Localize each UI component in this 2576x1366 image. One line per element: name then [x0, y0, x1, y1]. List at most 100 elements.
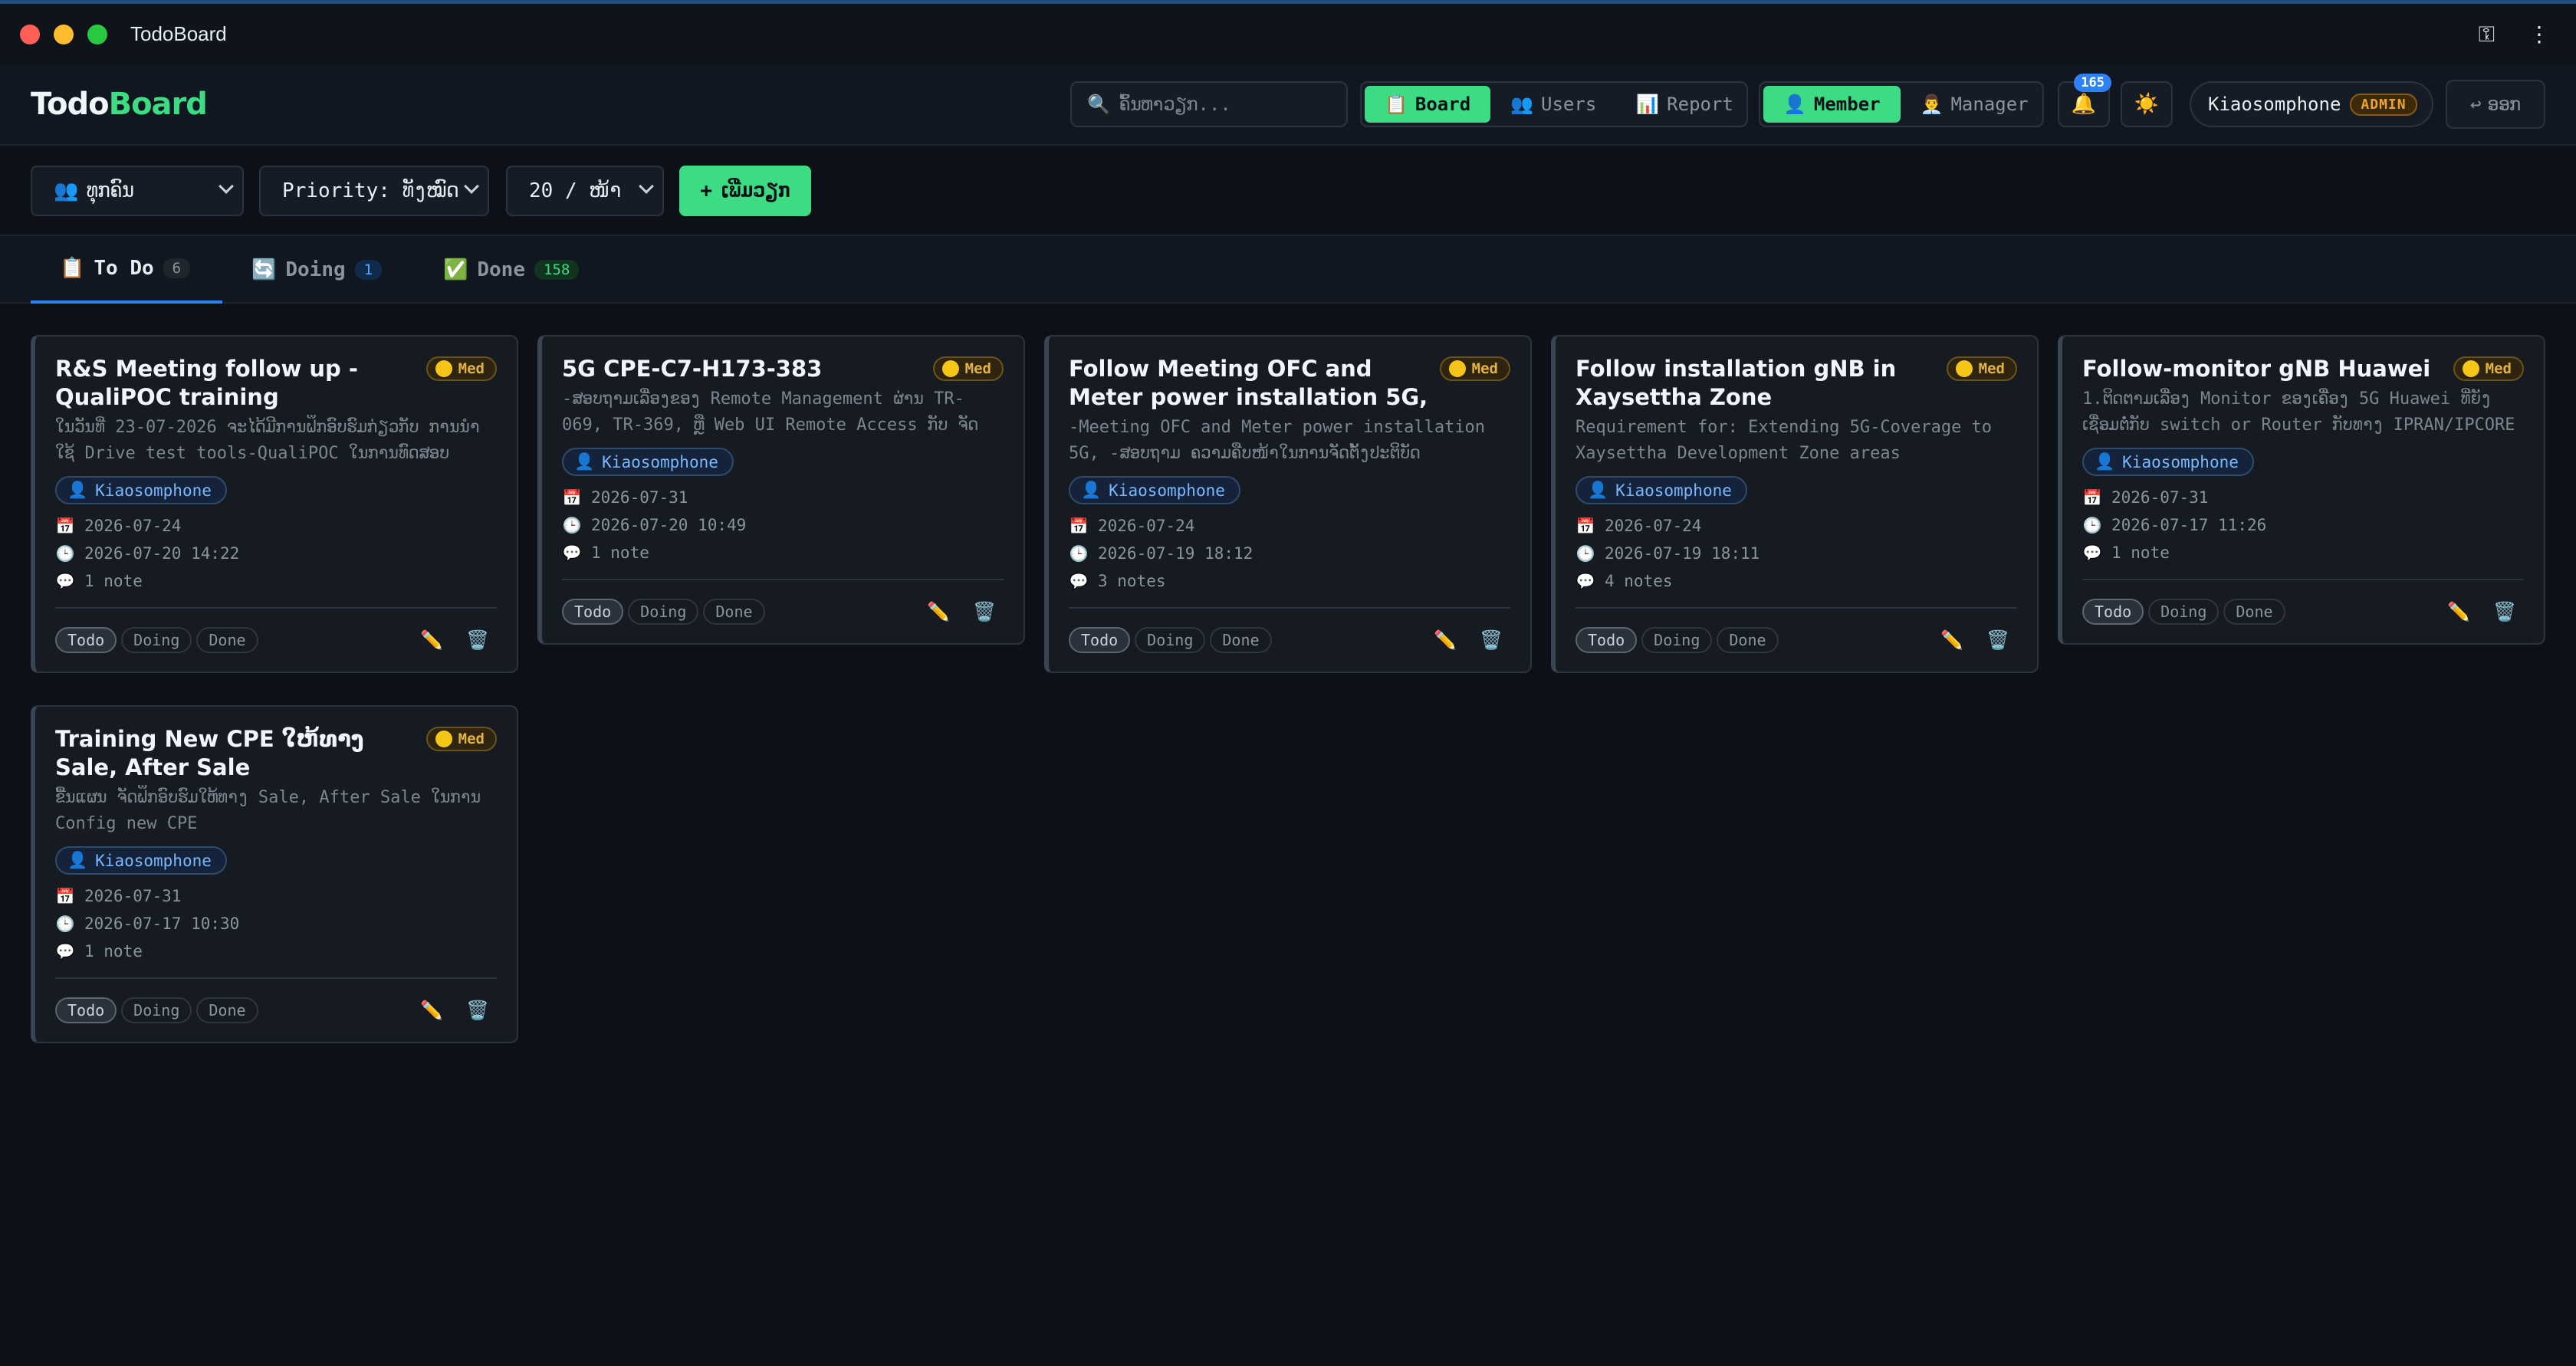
status-todo-button[interactable]: Todo: [55, 627, 117, 653]
assignee-chip[interactable]: 👤 Kiaosomphone: [55, 846, 227, 875]
status-doing-button[interactable]: Doing: [1135, 627, 1206, 653]
status-done-button[interactable]: Done: [1717, 627, 1779, 653]
created-time-value: 2026-07-20 10:49: [591, 516, 747, 534]
logout-button[interactable]: ↩ ອອກ: [2446, 80, 2545, 129]
status-todo-button[interactable]: Todo: [562, 599, 624, 625]
status-doing-button[interactable]: Doing: [121, 627, 192, 653]
notifications-button[interactable]: 🔔 165: [2058, 74, 2111, 127]
status-doing-button[interactable]: Doing: [628, 599, 699, 625]
edit-icon[interactable]: ✏️: [420, 1000, 443, 1021]
page-size-select[interactable]: 20 / ໜ້າ: [506, 166, 664, 216]
trash-icon[interactable]: 🗑️: [973, 601, 996, 622]
task-title: Follow Meeting OFC and Meter power insta…: [1069, 356, 1428, 410]
status-done-button[interactable]: Done: [1210, 627, 1272, 653]
status-doing-button[interactable]: Doing: [2148, 599, 2220, 625]
search-input[interactable]: 🔍 ຄົ້ນຫາວຽກ...: [1070, 81, 1348, 127]
notes-count[interactable]: 💬 3 notes: [1069, 567, 1510, 595]
person-icon: 👤: [67, 481, 88, 499]
assignee-chip[interactable]: 👤 Kiaosomphone: [55, 476, 227, 504]
team-filter-select[interactable]: 👥 ທຸກຄົນ: [31, 166, 244, 216]
manager-icon: 👨‍💼: [1920, 94, 1944, 115]
trash-icon[interactable]: 🗑️: [2493, 601, 2516, 622]
task-card[interactable]: Follow installation gNB in Xaysettha Zon…: [1551, 335, 2039, 673]
check-icon: ✅: [443, 258, 468, 281]
notes-count[interactable]: 💬 1 note: [55, 567, 497, 595]
trash-icon[interactable]: 🗑️: [1986, 629, 2009, 651]
view-board-button[interactable]: 📋 Board: [1365, 86, 1491, 123]
status-doing-button[interactable]: Doing: [121, 997, 192, 1023]
tab-done[interactable]: ✅ Done 158: [414, 236, 608, 304]
tab-todo[interactable]: 📋 To Do 6: [31, 236, 222, 304]
assignee-chip[interactable]: 👤 Kiaosomphone: [562, 448, 734, 476]
assignee-chip[interactable]: 👤 Kiaosomphone: [1069, 476, 1240, 504]
priority-label: Med: [458, 360, 485, 377]
theme-toggle-button[interactable]: ☀️: [2121, 81, 2173, 127]
trash-icon[interactable]: 🗑️: [466, 629, 489, 651]
more-menu-icon[interactable]: ⋮: [2528, 21, 2550, 47]
calendar-icon: 📅: [562, 488, 582, 507]
clock-icon: 🕒: [562, 516, 582, 534]
status-tabs: 📋 To Do 6 🔄 Doing 1 ✅ Done 158: [0, 235, 2576, 304]
logo-part-2: Board: [108, 87, 208, 122]
view-report-button[interactable]: 📊 Report: [1616, 86, 1753, 123]
status-todo-button[interactable]: Todo: [1576, 627, 1638, 653]
status-done-button[interactable]: Done: [703, 599, 765, 625]
close-window-button[interactable]: [20, 24, 40, 44]
role-member-button[interactable]: 👤 Member: [1763, 86, 1901, 123]
view-users-button[interactable]: 👥 Users: [1490, 86, 1616, 123]
notes-count[interactable]: 💬 4 notes: [1576, 567, 2017, 595]
status-done-button[interactable]: Done: [2223, 599, 2285, 625]
edit-icon[interactable]: ✏️: [2447, 601, 2470, 622]
status-todo-button[interactable]: Todo: [55, 997, 117, 1023]
app-logo[interactable]: TodoBoard: [31, 87, 208, 122]
task-card[interactable]: Training New CPE ໃຫ້ທາງ Sale, After Sale…: [31, 705, 518, 1043]
user-profile[interactable]: Kiaosomphone ADMIN: [2190, 81, 2433, 127]
task-card[interactable]: 5G CPE-C7-H173-383 Med -ສອບຖາມເລື່ອງຂອງ …: [537, 335, 1025, 645]
task-title: Training New CPE ໃຫ້ທາງ Sale, After Sale: [55, 726, 364, 780]
task-description: Requirement for: Extending 5G-Coverage t…: [1576, 418, 1993, 463]
task-title: 5G CPE-C7-H173-383: [562, 356, 823, 382]
role-manager-button[interactable]: 👨‍💼 Manager: [1901, 86, 2049, 123]
edit-icon[interactable]: ✏️: [420, 629, 443, 651]
priority-badge: Med: [2453, 356, 2524, 381]
add-task-button[interactable]: + ເພີ່ມວຽກ: [679, 166, 811, 216]
team-filter-value: ທຸກຄົນ: [86, 179, 134, 202]
notes-count[interactable]: 💬 1 note: [55, 937, 497, 965]
comment-icon: 💬: [1576, 572, 1595, 590]
priority-label: Med: [1978, 360, 2005, 377]
edit-icon[interactable]: ✏️: [1434, 629, 1457, 651]
task-card[interactable]: Follow Meeting OFC and Meter power insta…: [1044, 335, 1532, 673]
status-todo-button[interactable]: Todo: [1069, 627, 1131, 653]
trash-icon[interactable]: 🗑️: [1480, 629, 1503, 651]
edit-icon[interactable]: ✏️: [1940, 629, 1963, 651]
task-card[interactable]: Follow-monitor gNB Huawei Med 1.ຕິດຕາມເລ…: [2058, 335, 2545, 645]
notes-count[interactable]: 💬 1 note: [562, 539, 1004, 566]
assignee-chip[interactable]: 👤 Kiaosomphone: [2082, 448, 2254, 476]
clipboard-icon: 📋: [1385, 94, 1408, 115]
card-footer: Todo Doing Done ✏️ 🗑️: [55, 607, 497, 672]
assignee-name: Kiaosomphone: [95, 481, 212, 500]
created-time: 🕒 2026-07-19 18:11: [1576, 540, 2017, 567]
filter-toolbar: 👥 ທຸກຄົນ Priority: ທັງໝົດ 20 / ໜ້າ + ເພີ…: [0, 146, 2576, 235]
notes-count[interactable]: 💬 1 note: [2082, 539, 2524, 566]
trash-icon[interactable]: 🗑️: [466, 1000, 489, 1021]
window-title: TodoBoard: [130, 22, 227, 45]
card-footer: Todo Doing Done ✏️ 🗑️: [2082, 579, 2524, 643]
maximize-window-button[interactable]: [87, 24, 107, 44]
status-todo-button[interactable]: Todo: [2082, 599, 2144, 625]
edit-icon[interactable]: ✏️: [927, 601, 950, 622]
minimize-window-button[interactable]: [54, 24, 74, 44]
status-doing-button[interactable]: Doing: [1641, 627, 1713, 653]
sun-icon: ☀️: [2134, 93, 2160, 116]
logout-icon: ↩: [2470, 94, 2482, 115]
status-done-button[interactable]: Done: [196, 627, 258, 653]
status-done-button[interactable]: Done: [196, 997, 258, 1023]
view-board-label: Board: [1414, 94, 1471, 115]
key-icon[interactable]: ⚿: [2479, 21, 2495, 48]
comment-icon: 💬: [2082, 543, 2102, 562]
priority-filter-select[interactable]: Priority: ທັງໝົດ: [259, 166, 489, 216]
bell-icon: 🔔: [2071, 93, 2097, 116]
task-card[interactable]: R&S Meeting follow up - QualiPOC trainin…: [31, 335, 518, 673]
assignee-chip[interactable]: 👤 Kiaosomphone: [1576, 476, 1747, 504]
tab-doing[interactable]: 🔄 Doing 1: [222, 236, 411, 304]
